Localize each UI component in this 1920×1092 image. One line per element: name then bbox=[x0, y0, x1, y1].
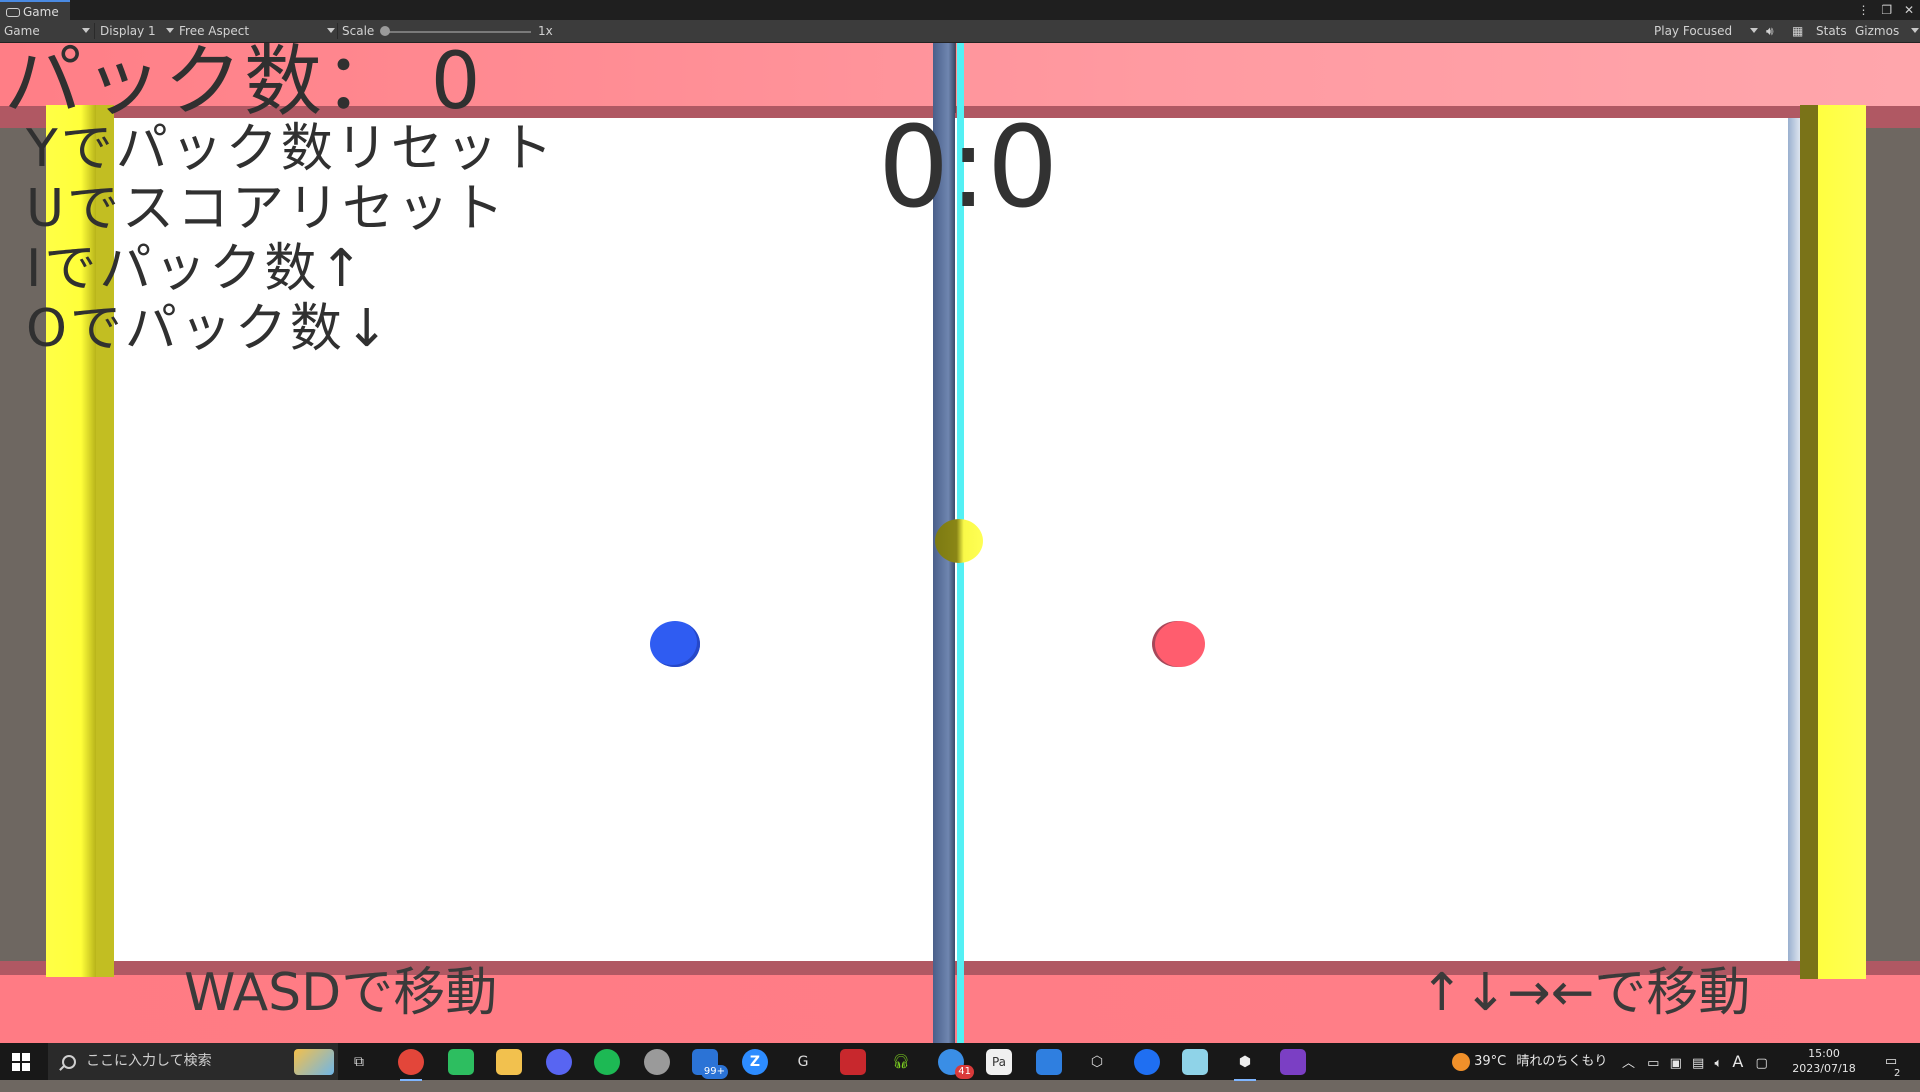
window-controls: ⋮ ❐ ✕ bbox=[1850, 0, 1914, 20]
gizmos-label: Gizmos bbox=[1855, 24, 1900, 38]
close-icon[interactable]: ✕ bbox=[1904, 3, 1914, 17]
view-mode-label: Game bbox=[4, 24, 40, 38]
gamepad-icon bbox=[6, 8, 20, 17]
windows-taskbar: ここに入力して検索 ⧉ 99+ Z G 🎧︎ 41 Pa ⬡ ⬢ 39°C 晴れ… bbox=[0, 1043, 1920, 1081]
scale-value: 1x bbox=[538, 24, 553, 38]
file-explorer-icon[interactable] bbox=[496, 1049, 522, 1075]
spotify-icon[interactable] bbox=[594, 1049, 620, 1075]
meet-icon[interactable]: ▭ bbox=[1647, 1056, 1659, 1071]
chevron-up-icon[interactable]: ︿ bbox=[1622, 1056, 1635, 1071]
editor-tab-bar: Game ⋮ ❐ ✕ bbox=[0, 0, 1920, 20]
chevron-down-icon bbox=[327, 28, 335, 33]
visual-studio-icon[interactable] bbox=[1280, 1049, 1306, 1075]
divider bbox=[337, 23, 338, 39]
weather-temp: 39°C bbox=[1474, 1054, 1507, 1069]
search-icon bbox=[62, 1055, 76, 1069]
view-mode-dropdown[interactable]: Game bbox=[4, 20, 90, 42]
weather-widget[interactable]: 39°C 晴れのちくもり bbox=[1452, 1043, 1607, 1080]
app-icon[interactable] bbox=[644, 1049, 670, 1075]
headset-icon[interactable]: 🎧︎ bbox=[888, 1049, 914, 1075]
right-goal-side bbox=[1800, 105, 1818, 979]
display-label: Display 1 bbox=[100, 24, 156, 38]
network-icon[interactable]: ▤ bbox=[1692, 1056, 1704, 1071]
notification-button[interactable]: ▭ 2 bbox=[1876, 1043, 1906, 1080]
divider bbox=[94, 23, 95, 39]
notes-icon[interactable] bbox=[1182, 1049, 1208, 1075]
chevron-down-icon bbox=[166, 28, 174, 33]
calendar-icon[interactable] bbox=[1036, 1049, 1062, 1075]
help-line: Uでスコアリセット bbox=[26, 179, 508, 239]
browser-badge: 41 bbox=[955, 1065, 974, 1079]
play-mode-label: Play Focused bbox=[1654, 24, 1733, 38]
clock[interactable]: 15:00 2023/07/18 bbox=[1784, 1046, 1864, 1076]
chrome-icon[interactable] bbox=[398, 1049, 424, 1081]
game-view[interactable]: パック数： 0 Yでパック数リセット Uでスコアリセット Iでパック数↑ Oでパ… bbox=[0, 43, 1920, 1043]
weather-text: 晴れのちくもり bbox=[1516, 1054, 1608, 1069]
zoom-icon[interactable]: Z bbox=[742, 1049, 768, 1075]
right-controls-hint: ↑↓→←で移動 bbox=[1420, 963, 1751, 1023]
search-highlight-icon[interactable] bbox=[294, 1049, 334, 1075]
weather-icon bbox=[1452, 1052, 1470, 1071]
clock-date: 2023/07/18 bbox=[1792, 1062, 1856, 1075]
right-goal bbox=[1818, 105, 1866, 979]
volume-icon[interactable]: 🔈︎ bbox=[1714, 1056, 1722, 1071]
evernote-icon[interactable] bbox=[448, 1049, 474, 1075]
maps-icon[interactable] bbox=[1134, 1049, 1160, 1075]
keyboard-icon[interactable] bbox=[840, 1049, 866, 1075]
maximize-icon[interactable]: ❐ bbox=[1881, 3, 1892, 17]
scale-slider-track[interactable] bbox=[385, 31, 531, 33]
puck-count-text: パック数： 0 bbox=[4, 43, 483, 127]
help-line: Iでパック数↑ bbox=[26, 239, 366, 299]
ime-indicator[interactable]: A bbox=[1732, 1052, 1743, 1071]
logitech-icon[interactable]: G bbox=[790, 1049, 816, 1075]
tab-game-label: Game bbox=[23, 5, 59, 19]
display-dropdown[interactable]: Display 1 bbox=[100, 20, 174, 42]
score-display: 0:0 bbox=[878, 103, 1059, 233]
chevron-down-icon bbox=[1750, 28, 1758, 33]
mail-badge: 99+ bbox=[700, 1065, 728, 1079]
stats-button[interactable]: Stats bbox=[1816, 20, 1847, 42]
tab-game[interactable]: Game bbox=[0, 0, 70, 20]
gizmos-dropdown[interactable]: Gizmos bbox=[1855, 20, 1919, 42]
help-line: Yでパック数リセット bbox=[26, 119, 556, 179]
help-line: Oでパック数↓ bbox=[26, 299, 392, 359]
paint-icon[interactable]: Pa bbox=[986, 1049, 1012, 1075]
aspect-label: Free Aspect bbox=[179, 24, 250, 38]
blue-mallet bbox=[650, 621, 700, 667]
mail-icon[interactable]: 99+ bbox=[692, 1049, 728, 1079]
clock-time: 15:00 bbox=[1808, 1047, 1840, 1060]
display-icon[interactable]: ▣ bbox=[1670, 1056, 1682, 1071]
aspect-dropdown[interactable]: Free Aspect bbox=[179, 20, 335, 42]
red-mallet bbox=[1155, 621, 1205, 667]
unity-icon[interactable]: ⬢ bbox=[1232, 1049, 1258, 1081]
notification-count: 2 bbox=[1894, 1068, 1901, 1079]
chevron-down-icon bbox=[82, 28, 90, 33]
scale-label: Scale bbox=[342, 24, 375, 38]
browser-icon[interactable]: 41 bbox=[938, 1049, 974, 1079]
search-placeholder: ここに入力して検索 bbox=[86, 1053, 212, 1069]
task-view-icon[interactable]: ⧉ bbox=[346, 1049, 372, 1075]
puck bbox=[935, 519, 983, 563]
discord-icon[interactable] bbox=[546, 1049, 572, 1075]
shortcuts-icon[interactable]: ▦ bbox=[1792, 20, 1803, 42]
play-mode-dropdown[interactable]: Play Focused bbox=[1654, 20, 1758, 42]
game-toolbar: Game Display 1 Free Aspect Scale 1x Play… bbox=[0, 20, 1920, 43]
taskbar-search-box[interactable]: ここに入力して検索 bbox=[48, 1043, 338, 1080]
ime-mode-icon[interactable]: ▢ bbox=[1756, 1056, 1768, 1071]
tray-icons: ︿ ▭ ▣ ▤ 🔈︎ A ▢ bbox=[1622, 1043, 1768, 1080]
left-controls-hint: WASDで移動 bbox=[184, 963, 498, 1023]
windows-start-icon[interactable] bbox=[12, 1053, 30, 1071]
unity-hub-icon[interactable]: ⬡ bbox=[1084, 1049, 1110, 1075]
scale-slider-handle[interactable] bbox=[380, 26, 390, 36]
mute-audio-icon[interactable]: 🔊︎ bbox=[1766, 20, 1774, 42]
chevron-down-icon bbox=[1911, 28, 1919, 33]
more-options-icon[interactable]: ⋮ bbox=[1858, 3, 1870, 17]
